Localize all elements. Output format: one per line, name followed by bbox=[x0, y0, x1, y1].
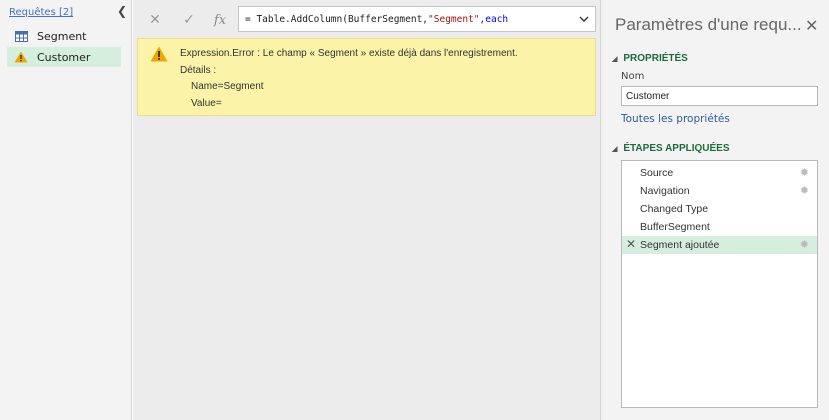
formula-bar: ✕ ✓ fx = Table.AddColumn(BufferSegment, … bbox=[133, 6, 600, 34]
error-detail-value: Value= bbox=[191, 97, 222, 109]
fx-icon[interactable]: fx bbox=[211, 11, 229, 29]
step-label: Source bbox=[640, 167, 674, 179]
step-label: BufferSegment bbox=[640, 221, 710, 233]
query-item-customer[interactable]: Customer bbox=[7, 47, 121, 67]
formula-string-arg: "Segment" bbox=[428, 13, 480, 25]
step-label: Changed Type bbox=[640, 203, 709, 215]
query-settings-panel: Paramètres d'une requ... ✕ ◢ PROPRIÉTÉS … bbox=[600, 0, 829, 420]
step-source[interactable]: Source ✹ bbox=[622, 164, 817, 182]
queries-pane: Requêtes [2] ❮ Segment Customer bbox=[0, 0, 132, 420]
gear-icon[interactable]: ✹ bbox=[800, 184, 809, 197]
collapse-pane-icon[interactable]: ❮ bbox=[117, 4, 127, 18]
step-buffersegment[interactable]: BufferSegment bbox=[622, 218, 817, 236]
applied-steps-section-header[interactable]: ◢ ÉTAPES APPLIQUÉES bbox=[612, 143, 730, 154]
applied-steps-list: Source ✹ Navigation ✹ Changed Type Buffe… bbox=[621, 160, 818, 408]
delete-step-icon[interactable]: ✕ bbox=[626, 237, 636, 251]
error-banner: Expression.Error : Le champ « Segment » … bbox=[137, 38, 596, 116]
collapse-triangle-icon: ◢ bbox=[612, 145, 618, 153]
query-item-label: Segment bbox=[37, 29, 87, 43]
error-message: Expression.Error : Le champ « Segment » … bbox=[180, 46, 518, 112]
error-details-label: Détails : bbox=[180, 64, 217, 76]
collapse-triangle-icon: ◢ bbox=[612, 55, 618, 63]
warning-icon bbox=[150, 46, 168, 62]
query-item-segment[interactable]: Segment bbox=[7, 26, 121, 46]
cancel-formula-icon[interactable]: ✕ bbox=[146, 11, 164, 29]
all-properties-link[interactable]: Toutes les propriétés bbox=[621, 113, 730, 125]
properties-section-header[interactable]: ◢ PROPRIÉTÉS bbox=[612, 53, 688, 64]
formula-keyword: each bbox=[485, 13, 509, 25]
query-name-input[interactable] bbox=[621, 86, 818, 106]
name-label: Nom bbox=[621, 71, 645, 82]
formula-prefix: = Table.AddColumn(BufferSegment, bbox=[245, 13, 429, 25]
step-changed-type[interactable]: Changed Type bbox=[622, 200, 817, 218]
gear-icon[interactable]: ✹ bbox=[800, 238, 809, 251]
panel-title: Paramètres d'une requ... bbox=[615, 15, 802, 34]
gear-icon[interactable]: ✹ bbox=[800, 166, 809, 179]
properties-header-label: PROPRIÉTÉS bbox=[623, 53, 688, 64]
step-label: Segment ajoutée bbox=[640, 239, 720, 251]
queries-header[interactable]: Requêtes [2] bbox=[9, 7, 73, 18]
step-navigation[interactable]: Navigation ✹ bbox=[622, 182, 817, 200]
error-detail-name: Name=Segment bbox=[191, 81, 264, 92]
main-area: ✕ ✓ fx = Table.AddColumn(BufferSegment, … bbox=[133, 0, 600, 420]
fx-label: fx bbox=[213, 12, 227, 28]
warning-icon bbox=[13, 50, 29, 64]
error-line: Expression.Error : Le champ « Segment » … bbox=[180, 48, 518, 59]
chevron-down-icon[interactable] bbox=[577, 12, 591, 26]
step-label: Navigation bbox=[640, 185, 690, 197]
applied-steps-header-label: ÉTAPES APPLIQUÉES bbox=[623, 143, 730, 154]
query-item-label: Customer bbox=[37, 50, 91, 64]
formula-input[interactable]: = Table.AddColumn(BufferSegment, "Segmen… bbox=[238, 6, 596, 32]
table-icon bbox=[13, 29, 29, 43]
close-icon[interactable]: ✕ bbox=[805, 16, 818, 35]
step-segment-ajoutee[interactable]: ✕ Segment ajoutée ✹ bbox=[622, 236, 817, 254]
commit-formula-icon[interactable]: ✓ bbox=[180, 11, 198, 29]
